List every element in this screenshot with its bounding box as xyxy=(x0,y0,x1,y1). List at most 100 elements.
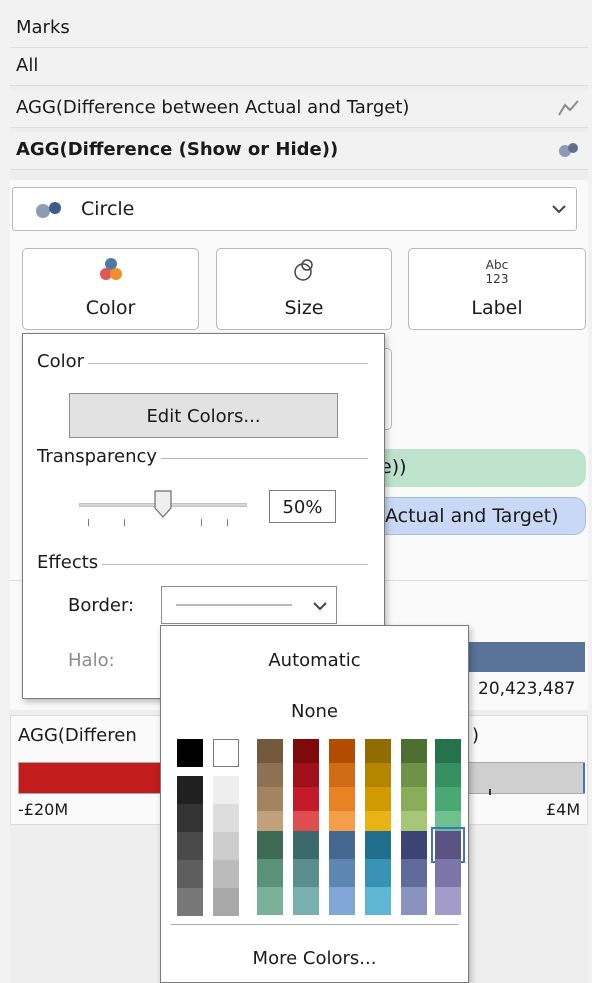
slider-tick xyxy=(88,519,89,526)
color-swatch[interactable] xyxy=(177,739,203,767)
more-colors-option[interactable]: More Colors... xyxy=(161,948,468,969)
svg-text:Abc: Abc xyxy=(486,258,508,272)
color-swatch[interactable] xyxy=(365,763,391,787)
color-pill[interactable]: e)) xyxy=(370,449,586,487)
size-circles-icon xyxy=(294,259,313,281)
color-dots-icon xyxy=(99,258,122,280)
color-swatch[interactable] xyxy=(365,887,391,915)
color-swatch[interactable] xyxy=(177,832,203,860)
color-swatch[interactable] xyxy=(257,831,283,859)
color-swatch[interactable] xyxy=(213,804,239,832)
marks-row-difference-show-hide[interactable]: AGG(Difference (Show or Hide)) xyxy=(10,132,588,170)
mark-type-select[interactable]: Circle xyxy=(12,187,577,231)
slider-tick xyxy=(227,519,228,526)
color-swatch[interactable] xyxy=(401,859,427,887)
range-slider-tick xyxy=(489,789,491,795)
marks-header: Marks xyxy=(10,10,588,48)
color-swatch[interactable] xyxy=(257,739,283,763)
color-swatch[interactable] xyxy=(435,887,461,915)
color-swatch[interactable] xyxy=(401,763,427,787)
effects-section-title: Effects xyxy=(37,552,103,573)
mark-type-label: Circle xyxy=(81,198,135,220)
color-swatch[interactable] xyxy=(293,739,319,763)
color-card-label: Color xyxy=(85,297,136,319)
transparency-slider-thumb[interactable] xyxy=(154,490,172,518)
color-section-title: Color xyxy=(37,351,88,372)
color-swatch[interactable] xyxy=(365,739,391,763)
detail-pill[interactable]: Actual and Target) xyxy=(370,497,586,535)
transparency-section-title: Transparency xyxy=(37,446,162,467)
none-option[interactable]: None xyxy=(161,701,468,722)
color-swatch[interactable] xyxy=(329,887,355,915)
color-swatch[interactable] xyxy=(257,787,283,811)
label-card[interactable]: Abc 123 Label xyxy=(408,248,586,330)
size-card-label: Size xyxy=(284,297,324,319)
color-swatch[interactable] xyxy=(213,776,239,804)
color-swatch[interactable] xyxy=(257,887,283,915)
range-slider-handle[interactable] xyxy=(583,763,585,793)
color-swatch[interactable] xyxy=(431,827,465,863)
color-swatch[interactable] xyxy=(177,804,203,832)
divider xyxy=(39,363,368,364)
transparency-value-field[interactable]: 50% xyxy=(269,490,336,523)
color-swatch[interactable] xyxy=(401,787,427,811)
color-swatch[interactable] xyxy=(365,787,391,811)
circle-mark-icon xyxy=(36,202,61,218)
color-swatch[interactable] xyxy=(401,887,427,915)
color-swatch[interactable] xyxy=(365,831,391,859)
divider xyxy=(171,924,458,925)
slider-tick xyxy=(124,519,125,526)
svg-text:123: 123 xyxy=(486,272,509,286)
color-swatch[interactable] xyxy=(293,787,319,811)
edit-colors-button[interactable]: Edit Colors... xyxy=(69,393,338,438)
chevron-down-icon xyxy=(552,205,566,214)
color-swatch[interactable] xyxy=(329,763,355,787)
color-card[interactable]: Color xyxy=(22,248,199,330)
filter-card-title: AGG(Differen xyxy=(18,725,137,746)
color-swatch[interactable] xyxy=(257,859,283,887)
line-mark-icon xyxy=(558,100,579,116)
color-swatch[interactable] xyxy=(213,860,239,888)
range-min-label: -£20M xyxy=(18,800,69,819)
abc-123-label-icon: Abc 123 xyxy=(486,258,509,286)
color-swatch[interactable] xyxy=(293,763,319,787)
filter-bar-blue xyxy=(467,642,585,672)
color-swatch[interactable] xyxy=(177,860,203,888)
border-color-dropdown[interactable] xyxy=(161,586,337,624)
color-swatch[interactable] xyxy=(213,832,239,860)
color-swatch[interactable] xyxy=(435,763,461,787)
color-swatch[interactable] xyxy=(435,859,461,887)
halo-label: Halo: xyxy=(68,650,115,671)
color-swatch[interactable] xyxy=(365,859,391,887)
color-swatch[interactable] xyxy=(435,739,461,763)
border-line-preview xyxy=(176,604,292,606)
slider-tick xyxy=(201,519,202,526)
color-swatch[interactable] xyxy=(329,831,355,859)
size-card[interactable]: Size xyxy=(216,248,392,330)
color-swatch[interactable] xyxy=(329,859,355,887)
range-slider-fill xyxy=(19,763,161,793)
color-swatch[interactable] xyxy=(293,831,319,859)
color-swatch[interactable] xyxy=(293,887,319,915)
color-swatch[interactable] xyxy=(257,763,283,787)
color-swatch[interactable] xyxy=(177,776,203,804)
color-swatch[interactable] xyxy=(213,739,239,767)
color-swatch[interactable] xyxy=(293,859,319,887)
color-swatch[interactable] xyxy=(401,739,427,763)
color-swatch[interactable] xyxy=(329,787,355,811)
color-swatch[interactable] xyxy=(177,888,203,916)
marks-row-all[interactable]: All xyxy=(10,48,588,86)
color-swatch[interactable] xyxy=(435,787,461,811)
filter-card-title-tail: ) xyxy=(472,725,480,746)
circle-mark-icon xyxy=(559,143,578,157)
border-color-menu: Automatic None More Colors... xyxy=(160,625,469,983)
marks-row-difference-actual-target[interactable]: AGG(Difference between Actual and Target… xyxy=(10,90,588,128)
label-card-label: Label xyxy=(471,297,523,319)
automatic-option[interactable]: Automatic xyxy=(161,650,468,671)
border-label: Border: xyxy=(68,595,135,616)
color-swatch[interactable] xyxy=(213,888,239,916)
filter-value: 20,423,487 xyxy=(478,679,576,699)
chevron-down-icon xyxy=(313,602,327,611)
color-swatch[interactable] xyxy=(401,831,427,859)
color-swatch[interactable] xyxy=(329,739,355,763)
